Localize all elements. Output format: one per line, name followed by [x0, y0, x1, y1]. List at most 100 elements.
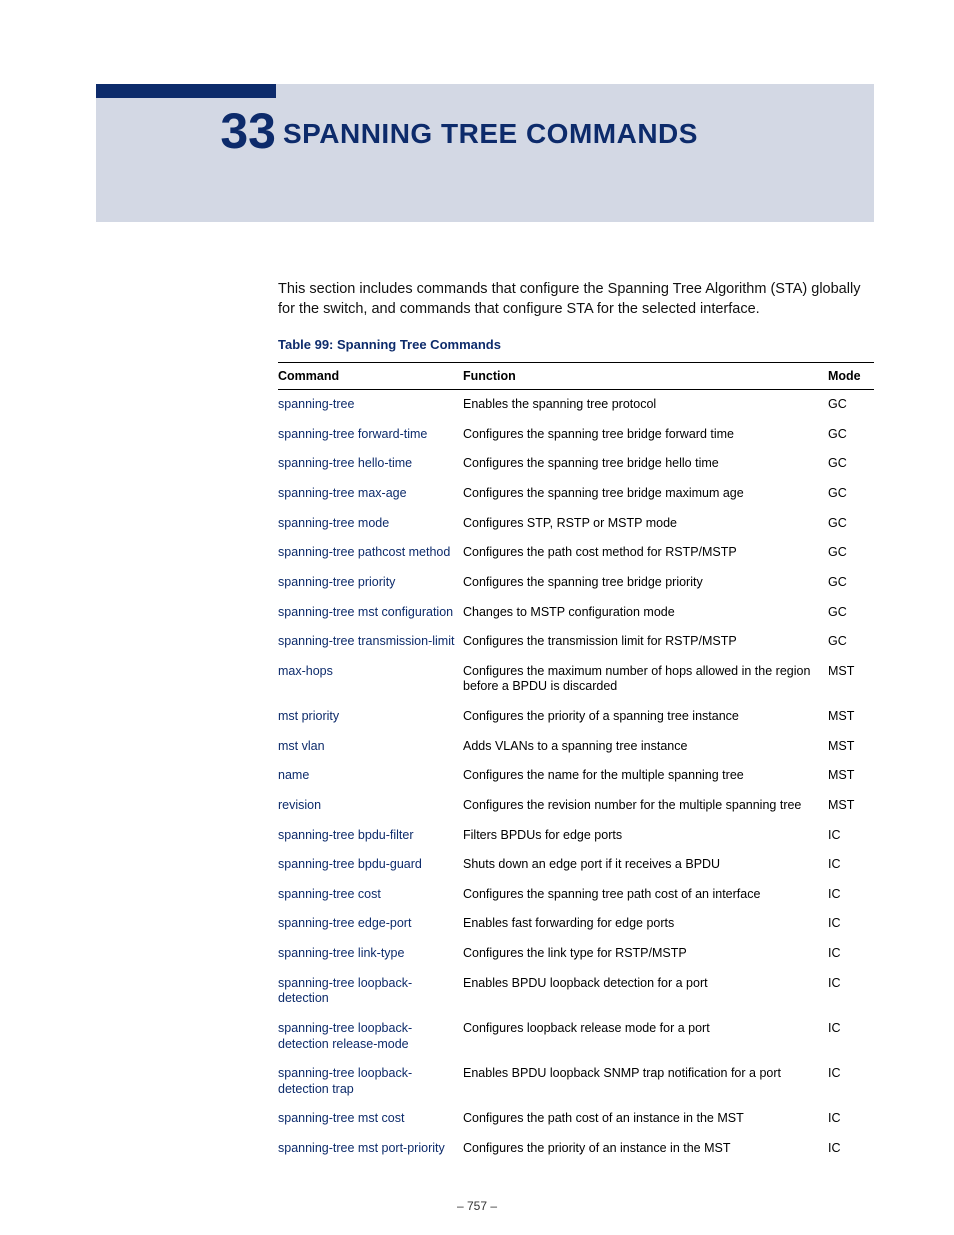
- command-function: Configures loopback release mode for a p…: [463, 1014, 828, 1059]
- table-row: name Configures the name for the multiple…: [278, 761, 874, 791]
- command-function: Configures the path cost of an instance …: [463, 1104, 828, 1134]
- command-mode: MST: [828, 791, 874, 821]
- table-row: spanning-tree edge-port Enables fast forw…: [278, 909, 874, 939]
- col-header-function: Function: [463, 363, 828, 390]
- command-link[interactable]: spanning-tree: [278, 397, 354, 411]
- body-area: This section includes commands that conf…: [278, 280, 874, 1164]
- commands-table: Command Function Mode spanning-tree Enabl…: [278, 362, 874, 1164]
- table-row: spanning-tree loopback-detection release…: [278, 1014, 874, 1059]
- table-row: max-hops Configures the maximum number of…: [278, 657, 874, 702]
- command-link[interactable]: revision: [278, 798, 321, 812]
- page: 33 SPANNING TREE COMMANDS This section i…: [0, 0, 954, 1235]
- command-function: Enables BPDU loopback SNMP trap notifica…: [463, 1059, 828, 1104]
- command-link[interactable]: spanning-tree transmission-limit: [278, 634, 454, 648]
- table-row: spanning-tree transmission-limit Configur…: [278, 627, 874, 657]
- table-row: spanning-tree loopback-detection trap Ena…: [278, 1059, 874, 1104]
- command-function: Configures the priority of a spanning tr…: [463, 702, 828, 732]
- command-mode: GC: [828, 390, 874, 420]
- table-row: mst vlan Adds VLANs to a spanning tree in…: [278, 732, 874, 762]
- command-link[interactable]: max-hops: [278, 664, 333, 678]
- command-link[interactable]: spanning-tree mst cost: [278, 1111, 404, 1125]
- table-row: spanning-tree bpdu-filter Filters BPDUs f…: [278, 821, 874, 851]
- chapter-number: 33: [96, 100, 276, 156]
- table-row: spanning-tree mst cost Configures the pat…: [278, 1104, 874, 1134]
- table-row: spanning-tree max-age Configures the span…: [278, 479, 874, 509]
- command-link[interactable]: spanning-tree max-age: [278, 486, 407, 500]
- intro-paragraph: This section includes commands that conf…: [278, 280, 874, 319]
- command-mode: GC: [828, 598, 874, 628]
- table-row: spanning-tree costConfigures the spannin…: [278, 880, 874, 910]
- command-mode: GC: [828, 627, 874, 657]
- command-mode: IC: [828, 821, 874, 851]
- command-function: Filters BPDUs for edge ports: [463, 821, 828, 851]
- command-mode: IC: [828, 909, 874, 939]
- command-link[interactable]: spanning-tree edge-port: [278, 916, 411, 930]
- col-header-command: Command: [278, 363, 463, 390]
- command-link[interactable]: spanning-tree forward-time: [278, 427, 427, 441]
- command-function: Configures STP, RSTP or MSTP mode: [463, 509, 828, 539]
- command-function: Shuts down an edge port if it receives a…: [463, 850, 828, 880]
- command-mode: IC: [828, 1014, 874, 1059]
- command-link[interactable]: name: [278, 768, 309, 782]
- command-link[interactable]: spanning-tree loopback-detection trap: [278, 1066, 412, 1096]
- command-mode: MST: [828, 732, 874, 762]
- command-function: Configures the maximum number of hops al…: [463, 657, 828, 702]
- command-link[interactable]: spanning-tree mode: [278, 516, 389, 530]
- command-mode: GC: [828, 568, 874, 598]
- command-mode: IC: [828, 939, 874, 969]
- command-link[interactable]: spanning-tree loopback-detection: [278, 976, 412, 1006]
- table-row: revision Configures the revision number f…: [278, 791, 874, 821]
- command-mode: GC: [828, 479, 874, 509]
- command-link[interactable]: spanning-tree priority: [278, 575, 395, 589]
- command-mode: IC: [828, 969, 874, 1014]
- table-row: spanning-tree priorityConfigures the spa…: [278, 568, 874, 598]
- command-link[interactable]: spanning-tree cost: [278, 887, 381, 901]
- command-link[interactable]: spanning-tree mst port-priority: [278, 1141, 445, 1155]
- command-link[interactable]: spanning-tree mst configuration: [278, 605, 453, 619]
- col-header-mode: Mode: [828, 363, 874, 390]
- command-function: Configures the spanning tree bridge forw…: [463, 420, 828, 450]
- command-link[interactable]: spanning-tree link-type: [278, 946, 404, 960]
- command-function: Configures the revision number for the m…: [463, 791, 828, 821]
- page-footer: – 757 –: [0, 1199, 954, 1213]
- command-link[interactable]: mst vlan: [278, 739, 325, 753]
- command-function: Configures the transmission limit for RS…: [463, 627, 828, 657]
- command-function: Configures the name for the multiple spa…: [463, 761, 828, 791]
- command-mode: GC: [828, 449, 874, 479]
- command-link[interactable]: spanning-tree bpdu-filter: [278, 828, 414, 842]
- command-function: Enables fast forwarding for edge ports: [463, 909, 828, 939]
- command-function: Enables the spanning tree protocol: [463, 390, 828, 420]
- table-row: spanning-tree hello-time Configures the s…: [278, 449, 874, 479]
- command-mode: MST: [828, 657, 874, 702]
- command-link[interactable]: spanning-tree loopback-detection release…: [278, 1021, 412, 1051]
- command-link[interactable]: spanning-tree hello-time: [278, 456, 412, 470]
- table-header-row: Command Function Mode: [278, 363, 874, 390]
- command-function: Configures the spanning tree bridge hell…: [463, 449, 828, 479]
- command-mode: MST: [828, 761, 874, 791]
- table-row: spanning-tree pathcost method Configures …: [278, 538, 874, 568]
- command-link[interactable]: spanning-tree pathcost method: [278, 545, 450, 559]
- command-function: Adds VLANs to a spanning tree instance: [463, 732, 828, 762]
- command-mode: IC: [828, 1059, 874, 1104]
- table-row: spanning-tree Enables the spanning tree p…: [278, 390, 874, 420]
- command-mode: GC: [828, 509, 874, 539]
- table-row: mst priority Configures the priority of a…: [278, 702, 874, 732]
- command-link[interactable]: spanning-tree bpdu-guard: [278, 857, 422, 871]
- command-mode: GC: [828, 538, 874, 568]
- chapter-title: SPANNING TREE COMMANDS: [283, 118, 698, 150]
- command-function: Configures the spanning tree bridge maxi…: [463, 479, 828, 509]
- command-function: Changes to MSTP configuration mode: [463, 598, 828, 628]
- command-function: Configures the priority of an instance i…: [463, 1134, 828, 1164]
- command-link[interactable]: mst priority: [278, 709, 339, 723]
- command-function: Configures the path cost method for RSTP…: [463, 538, 828, 568]
- table-row: spanning-tree forward-time Configures the…: [278, 420, 874, 450]
- table-row: spanning-tree link-typeConfigures the li…: [278, 939, 874, 969]
- command-mode: MST: [828, 702, 874, 732]
- table-row: spanning-tree mode Configures STP, RSTP o…: [278, 509, 874, 539]
- table-row: spanning-tree loopback-detectionEnables …: [278, 969, 874, 1014]
- table-caption: Table 99: Spanning Tree Commands: [278, 337, 874, 352]
- table-row: spanning-tree mst configuration Changes t…: [278, 598, 874, 628]
- command-mode: IC: [828, 850, 874, 880]
- command-mode: IC: [828, 880, 874, 910]
- chapter-header-accent: [96, 84, 276, 98]
